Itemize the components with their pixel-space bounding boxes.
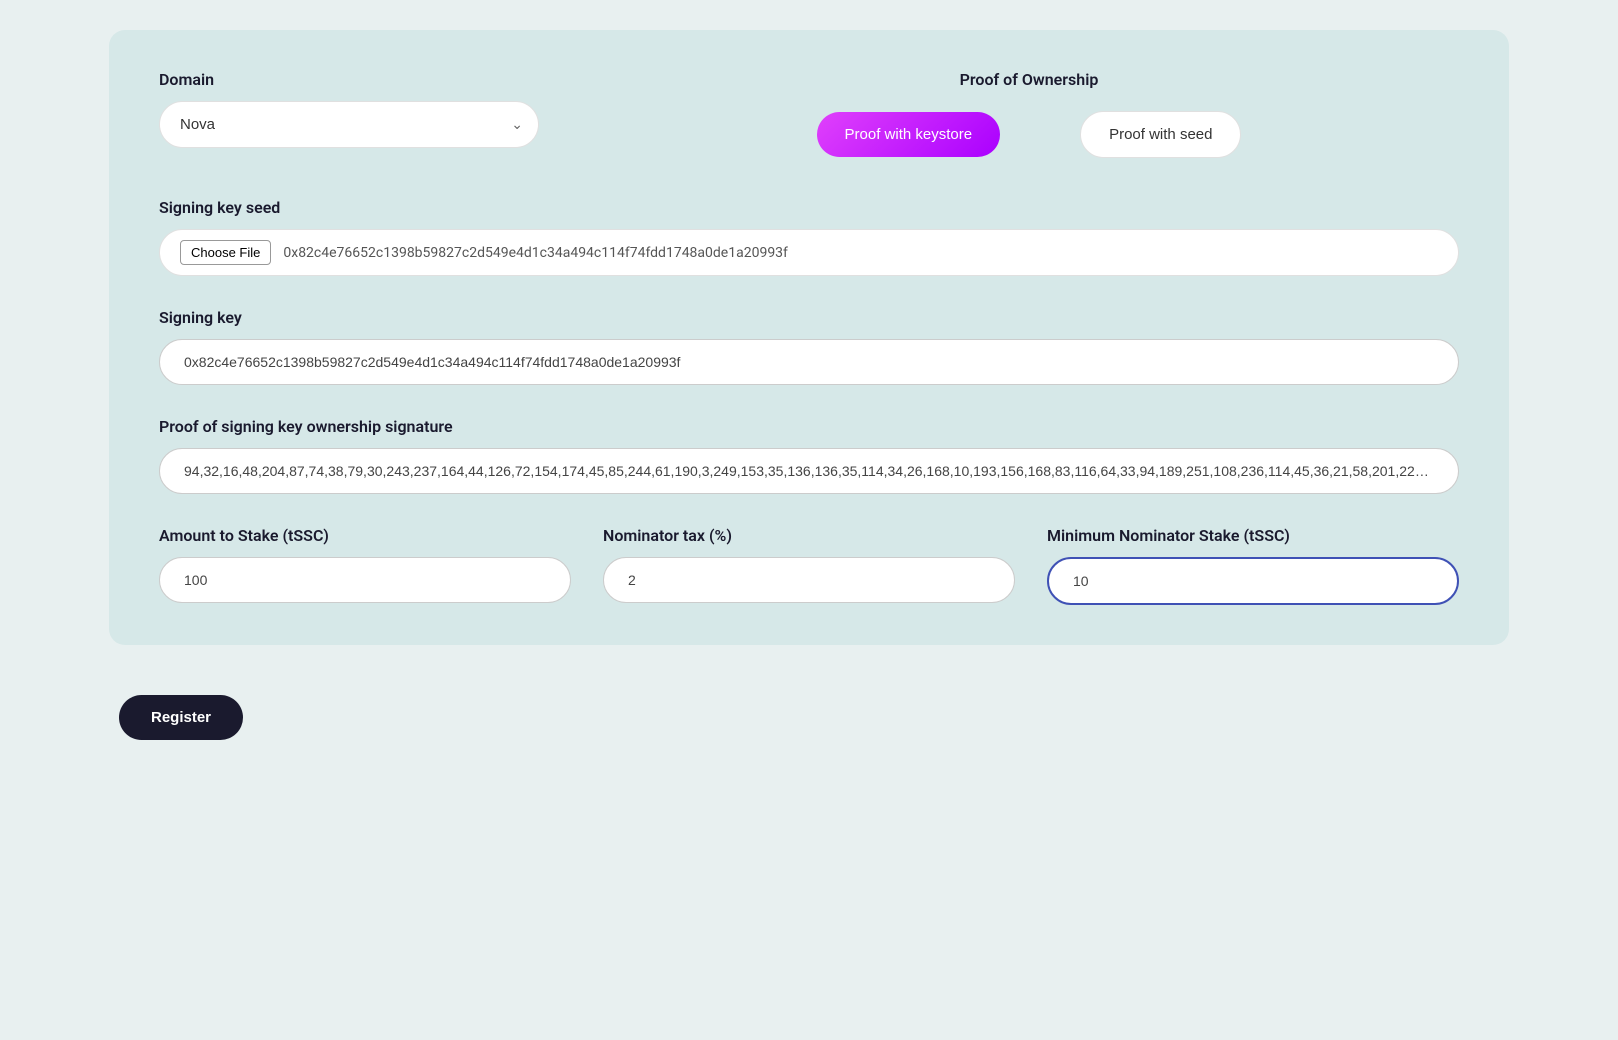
proof-signature-section: Proof of signing key ownership signature — [159, 417, 1459, 494]
domain-select-wrapper: Nova Gemini Mainnet ⌄ — [159, 101, 539, 148]
register-button[interactable]: Register — [119, 695, 243, 740]
min-nominator-stake-input[interactable] — [1047, 557, 1459, 605]
signing-key-seed-section: Signing key seed Choose File 0x82c4e7665… — [159, 198, 1459, 276]
min-nominator-stake-label: Minimum Nominator Stake (tSSC) — [1047, 526, 1459, 545]
file-value-text: 0x82c4e76652c1398b59827c2d549e4d1c34a494… — [283, 245, 788, 261]
proof-signature-input[interactable] — [159, 448, 1459, 494]
signing-key-seed-label: Signing key seed — [159, 198, 1459, 217]
top-section: Domain Nova Gemini Mainnet ⌄ Proof of Ow… — [159, 70, 1459, 158]
proof-ownership-label: Proof of Ownership — [960, 70, 1099, 89]
proof-ownership-section: Proof of Ownership Proof with keystore P… — [599, 70, 1459, 158]
proof-signature-label: Proof of signing key ownership signature — [159, 417, 1459, 436]
proof-with-seed-button[interactable]: Proof with seed — [1080, 111, 1241, 158]
amount-to-stake-label: Amount to Stake (tSSC) — [159, 526, 571, 545]
choose-file-button[interactable]: Choose File — [180, 240, 271, 265]
proof-buttons-row: Proof with keystore Proof with seed — [817, 111, 1242, 158]
domain-section: Domain Nova Gemini Mainnet ⌄ — [159, 70, 539, 148]
nominator-tax-input[interactable] — [603, 557, 1015, 603]
signing-key-section: Signing key — [159, 308, 1459, 385]
nominator-tax-field: Nominator tax (%) — [603, 526, 1015, 605]
bottom-fields: Amount to Stake (tSSC) Nominator tax (%)… — [159, 526, 1459, 605]
domain-select[interactable]: Nova Gemini Mainnet — [159, 101, 539, 148]
signing-key-label: Signing key — [159, 308, 1459, 327]
nominator-tax-label: Nominator tax (%) — [603, 526, 1015, 545]
proof-with-keystore-button[interactable]: Proof with keystore — [817, 112, 1001, 157]
signing-key-input[interactable] — [159, 339, 1459, 385]
domain-label: Domain — [159, 70, 539, 89]
min-nominator-stake-field: Minimum Nominator Stake (tSSC) — [1047, 526, 1459, 605]
main-card: Domain Nova Gemini Mainnet ⌄ Proof of Ow… — [109, 30, 1509, 645]
page-footer: Register — [109, 645, 1509, 740]
amount-to-stake-field: Amount to Stake (tSSC) — [159, 526, 571, 605]
file-input-wrapper: Choose File 0x82c4e76652c1398b59827c2d54… — [159, 229, 1459, 276]
amount-to-stake-input[interactable] — [159, 557, 571, 603]
